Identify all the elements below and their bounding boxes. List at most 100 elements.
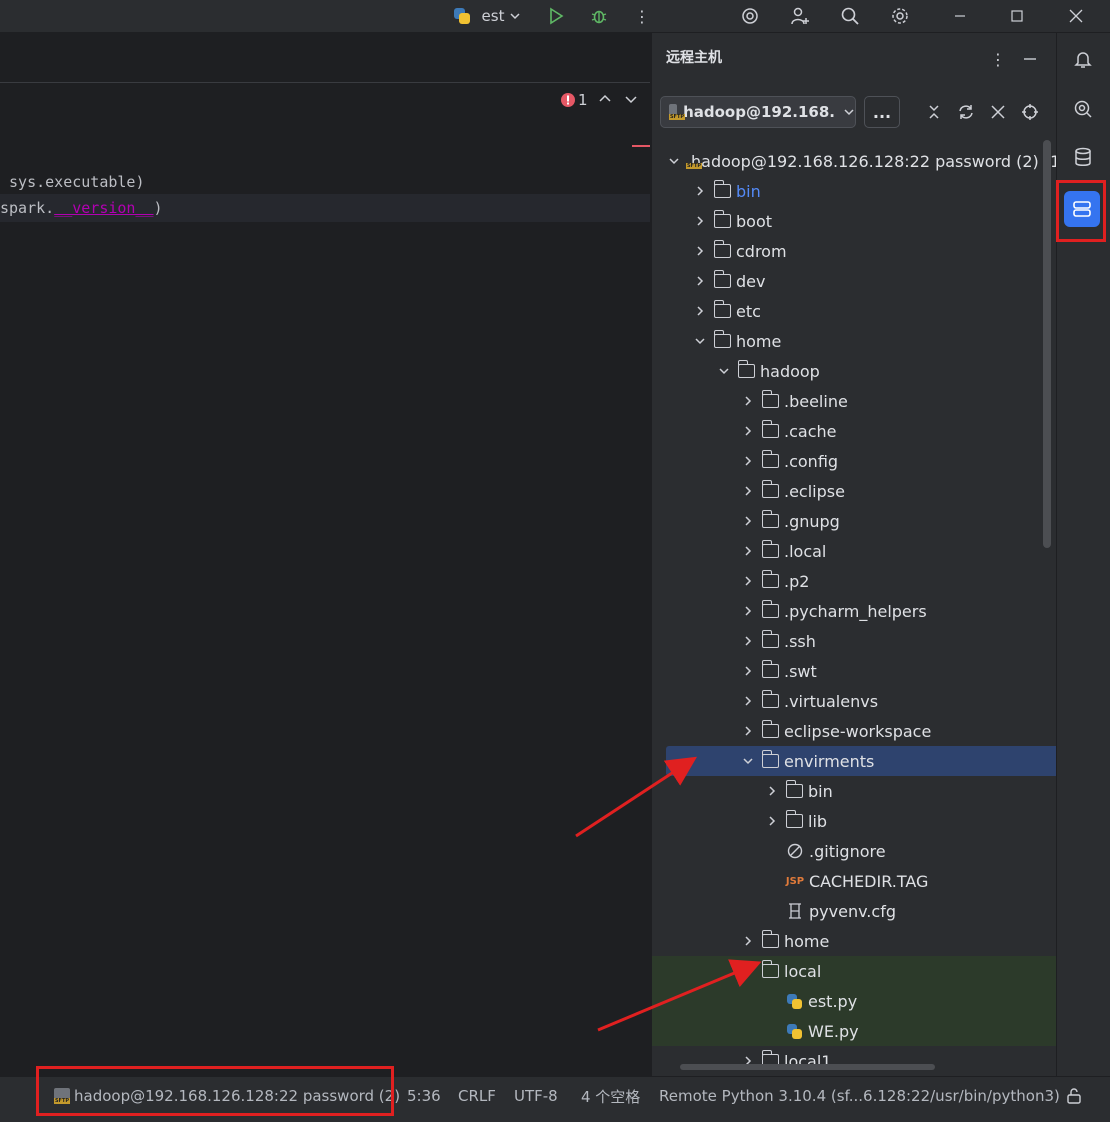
folder-icon: [713, 240, 731, 258]
chevron-right-icon[interactable]: [692, 243, 708, 259]
ai-assistant-icon[interactable]: [738, 0, 762, 32]
error-icon[interactable]: [560, 91, 578, 109]
tree-folder[interactable]: hadoop: [652, 356, 1056, 386]
tree-folder[interactable]: cdrom: [652, 236, 1056, 266]
chevron-right-icon[interactable]: [692, 213, 708, 229]
status-line-separator[interactable]: CRLF: [458, 1077, 496, 1115]
run-icon[interactable]: [544, 0, 568, 32]
tree-item-label: WE.py: [808, 1021, 859, 1041]
chevron-down-icon[interactable]: [624, 91, 642, 109]
chevron-right-icon[interactable]: [740, 453, 756, 469]
tree-item-label: .config: [784, 451, 839, 471]
refresh-icon[interactable]: [954, 100, 978, 124]
status-interpreter[interactable]: Remote Python 3.10.4 (sf...6.128:22/usr/…: [659, 1077, 1060, 1115]
tree-folder[interactable]: .beeline: [652, 386, 1056, 416]
tree-root-label: hadoop@192.168.126.128:22 password (2) (…: [691, 151, 1056, 171]
status-caret-position[interactable]: 5:36: [407, 1077, 441, 1115]
tree-folder[interactable]: .p2: [652, 566, 1056, 596]
chevron-down-icon[interactable]: [692, 333, 708, 349]
chevron-up-icon[interactable]: [598, 91, 616, 109]
folder-icon: [761, 390, 779, 408]
chevron-right-icon[interactable]: [740, 513, 756, 529]
tree-folder[interactable]: boot: [652, 206, 1056, 236]
chevron-right-icon[interactable]: [740, 483, 756, 499]
maximize-icon[interactable]: [1007, 0, 1027, 32]
tree-item-label: envirments: [784, 751, 875, 771]
chevron-right-icon[interactable]: [740, 573, 756, 589]
tree-item-label: cdrom: [736, 241, 787, 261]
tree-folder[interactable]: home: [652, 326, 1056, 356]
tree-folder[interactable]: bin: [652, 176, 1056, 206]
code-editor[interactable]: 1 sys.executable) spark.__version__): [0, 33, 650, 1076]
chevron-right-icon[interactable]: [740, 423, 756, 439]
chevron-down-icon[interactable]: [668, 153, 680, 169]
lock-icon[interactable]: [1066, 1077, 1082, 1115]
chevron-right-icon[interactable]: [740, 663, 756, 679]
tree-item-label: etc: [736, 301, 761, 321]
code-line-current: spark.__version__): [0, 194, 650, 222]
tree-item-label: home: [784, 931, 830, 951]
chevron-down-icon: [843, 106, 855, 118]
chevron-down-icon[interactable]: [506, 0, 524, 32]
locate-file-icon[interactable]: [1018, 100, 1042, 124]
folder-icon: [761, 660, 779, 678]
tree-item-label: .local: [784, 541, 827, 561]
run-config-label[interactable]: est: [478, 0, 508, 32]
tree-folder[interactable]: etc: [652, 296, 1056, 326]
tree-folder[interactable]: .gnupg: [652, 506, 1056, 536]
close-icon[interactable]: [1066, 0, 1086, 32]
title-bar: est ⋮: [0, 0, 1110, 33]
tree-folder[interactable]: .config: [652, 446, 1056, 476]
tree-folder[interactable]: eclipse-workspace: [652, 716, 1056, 746]
tree-root[interactable]: hadoop@192.168.126.128:22 password (2) (…: [652, 146, 1056, 176]
error-count: 1: [578, 91, 588, 109]
chevron-right-icon[interactable]: [740, 543, 756, 559]
tree-item-label: .ssh: [784, 631, 816, 651]
disconnect-icon[interactable]: [986, 100, 1010, 124]
tree-folder[interactable]: dev: [652, 266, 1056, 296]
folder-icon: [761, 480, 779, 498]
chevron-down-icon[interactable]: [716, 363, 732, 379]
add-user-icon[interactable]: [788, 0, 812, 32]
notifications-icon[interactable]: [1067, 43, 1099, 75]
tree-folder[interactable]: .ssh: [652, 626, 1056, 656]
tree-folder[interactable]: .virtualenvs: [652, 686, 1056, 716]
more-vertical-icon[interactable]: ⋮: [632, 0, 652, 32]
chevron-right-icon[interactable]: [692, 273, 708, 289]
search-icon[interactable]: [838, 0, 862, 32]
tree-folder[interactable]: .pycharm_helpers: [652, 596, 1056, 626]
hide-panel-icon[interactable]: [1018, 47, 1042, 71]
status-indent[interactable]: 4 个空格: [581, 1077, 640, 1115]
chevron-right-icon[interactable]: [740, 633, 756, 649]
database-icon[interactable]: [1067, 141, 1099, 173]
status-encoding[interactable]: UTF-8: [514, 1077, 558, 1115]
tree-item-label: .virtualenvs: [784, 691, 879, 711]
tree-folder[interactable]: .local: [652, 536, 1056, 566]
chevron-right-icon[interactable]: [692, 183, 708, 199]
tree-folder[interactable]: .eclipse: [652, 476, 1056, 506]
tree-item-label: lib: [808, 811, 828, 831]
tree-horizontal-scrollbar[interactable]: [680, 1064, 935, 1070]
tree-folder[interactable]: .swt: [652, 656, 1056, 686]
tree-item-label: .gitignore: [809, 841, 886, 861]
browse-hosts-button[interactable]: ...: [864, 96, 900, 128]
tree-folder[interactable]: .cache: [652, 416, 1056, 446]
code-line: sys.executable): [0, 173, 145, 191]
chevron-right-icon[interactable]: [740, 693, 756, 709]
host-select[interactable]: hadoop@192.168.: [660, 96, 856, 128]
folder-icon: [713, 210, 731, 228]
chevron-right-icon[interactable]: [692, 303, 708, 319]
tree-item-label: boot: [736, 211, 773, 231]
config-file-icon: [786, 903, 804, 919]
settings-icon[interactable]: [888, 0, 912, 32]
chevron-right-icon[interactable]: [740, 393, 756, 409]
chevron-right-icon[interactable]: [740, 603, 756, 619]
minimize-icon[interactable]: [950, 0, 970, 32]
chevron-right-icon[interactable]: [740, 723, 756, 739]
more-vertical-icon[interactable]: ⋮: [988, 47, 1008, 71]
collapse-all-icon[interactable]: [922, 100, 946, 124]
ai-chat-icon[interactable]: [1067, 93, 1099, 125]
debug-icon[interactable]: [587, 0, 611, 32]
tree-item-label: .gnupg: [784, 511, 840, 531]
tree-vertical-scrollbar[interactable]: [1043, 140, 1051, 548]
